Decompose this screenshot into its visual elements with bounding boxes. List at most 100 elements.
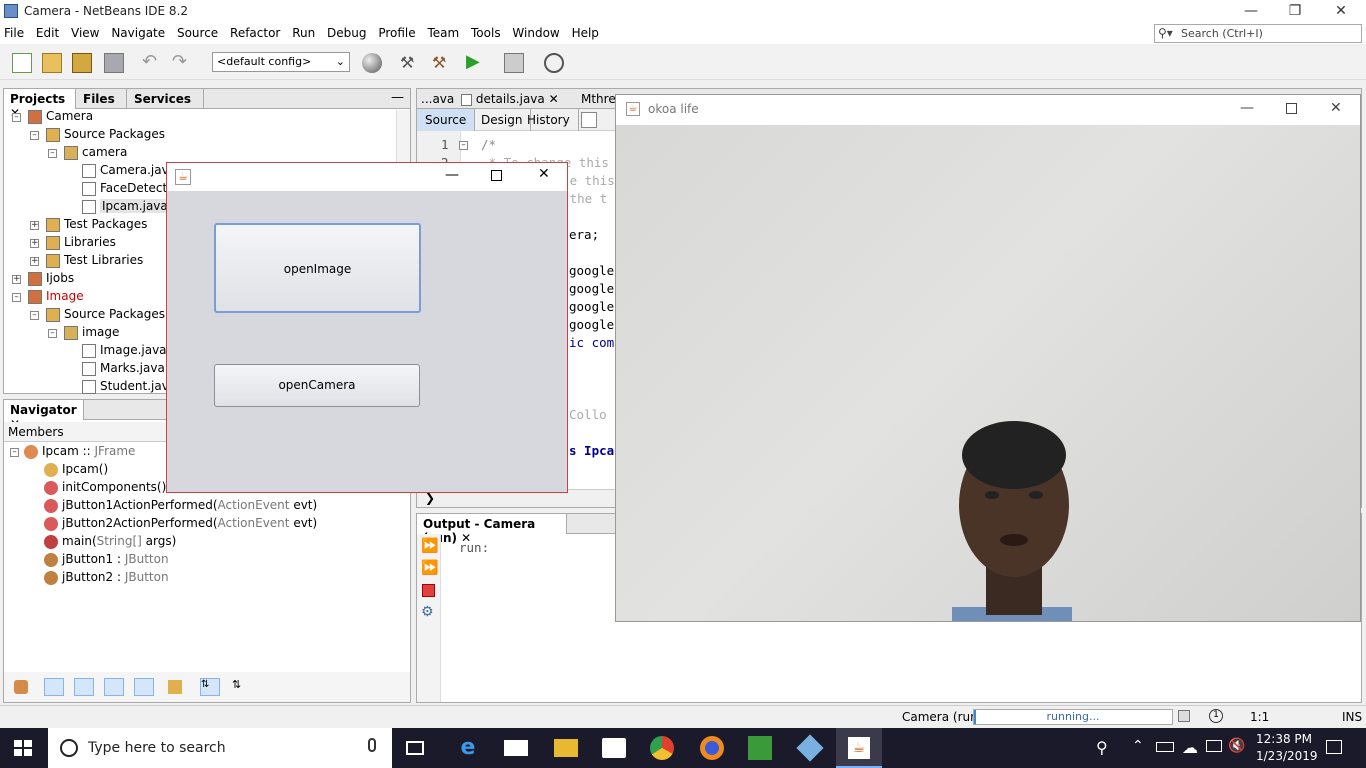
editor-tab[interactable]: ...ava (421, 92, 454, 106)
menu-help[interactable]: Help (572, 24, 599, 40)
tree-item[interactable]: Image.java (82, 343, 167, 361)
save-all-icon[interactable] (104, 53, 124, 73)
clock-time[interactable]: 12:38 PM (1256, 732, 1312, 746)
fold-icon[interactable]: – (459, 141, 468, 150)
expand-toggle-icon[interactable]: – (48, 329, 57, 338)
expand-toggle-icon[interactable]: – (12, 293, 21, 302)
virtualbox-icon[interactable] (796, 734, 824, 762)
member-item[interactable]: jButton1 : JButton (44, 552, 169, 570)
battery-icon[interactable] (1156, 742, 1174, 752)
people-icon[interactable]: ⚲ (1096, 738, 1108, 757)
tab-projects[interactable]: Projects ✕ (4, 89, 76, 120)
menu-source[interactable]: Source (177, 24, 218, 40)
chevron-up-icon[interactable]: ⌃ (1132, 738, 1144, 754)
inherited-filter-icon[interactable] (134, 678, 154, 696)
open-camera-button[interactable]: openCamera (214, 364, 420, 407)
close-icon[interactable]: ✕ (1330, 100, 1342, 116)
menu-navigate[interactable]: Navigate (111, 24, 165, 40)
profile-icon[interactable] (544, 53, 564, 73)
store-icon[interactable] (602, 738, 626, 758)
editor-tab-details[interactable]: details.java ✕ (461, 92, 561, 106)
tree-item[interactable]: Test Libraries (46, 253, 143, 271)
new-project-icon[interactable] (42, 53, 62, 73)
tab-services[interactable]: Services (128, 89, 204, 109)
member-item[interactable]: jButton2ActionPerformed(ActionEvent evt) (44, 516, 317, 534)
minimize-icon[interactable]: — (445, 167, 459, 183)
menu-tools[interactable]: Tools (471, 24, 501, 40)
member-item[interactable]: initComponents() (44, 480, 166, 498)
taskbar-search[interactable]: Type here to search (48, 728, 392, 768)
member-item[interactable]: Ipcam :: JFrame (24, 444, 135, 462)
tree-item[interactable]: FaceDetecto (82, 181, 175, 199)
clock-date[interactable]: 1/23/2019 (1256, 749, 1318, 763)
filter-icon[interactable] (14, 680, 28, 694)
member-item[interactable]: Ipcam() (44, 462, 108, 480)
globe-icon[interactable] (362, 53, 382, 73)
config-select[interactable]: <default config> ⌄ (212, 52, 350, 72)
tab-navigator[interactable]: Navigator ✕ (4, 400, 84, 431)
open-project-icon[interactable] (72, 53, 92, 73)
package-filter-icon[interactable] (168, 680, 182, 694)
menu-window[interactable]: Window (512, 24, 559, 40)
menu-refactor[interactable]: Refactor (230, 24, 280, 40)
expand-toggle-icon[interactable]: + (30, 257, 39, 266)
settings-icon[interactable]: ⚙ (421, 604, 434, 620)
spreadsheet-icon[interactable] (748, 736, 772, 760)
edge-icon[interactable]: e (456, 736, 480, 760)
open-image-button[interactable]: openImage (214, 223, 421, 313)
run-icon[interactable]: ▶ (466, 53, 486, 73)
static-filter-icon[interactable] (74, 678, 94, 696)
tree-item[interactable]: image (64, 325, 119, 343)
mail-icon[interactable] (504, 740, 528, 756)
network-icon[interactable] (1206, 740, 1222, 752)
sort-name-icon[interactable]: ⇅ (200, 678, 220, 696)
onedrive-icon[interactable]: ☁ (1182, 738, 1198, 757)
build-icon[interactable]: ⚒ (400, 53, 420, 73)
menu-debug[interactable]: Debug (327, 24, 366, 40)
menu-team[interactable]: Team (427, 24, 459, 40)
debug-icon[interactable] (504, 53, 524, 73)
chrome-icon[interactable] (650, 736, 674, 760)
firefox-icon[interactable] (700, 736, 724, 760)
start-icon[interactable] (14, 740, 32, 756)
close-icon[interactable]: ✕ (538, 166, 550, 182)
back-icon[interactable] (581, 112, 597, 128)
tree-item[interactable]: Camera.java (82, 163, 176, 181)
close-icon[interactable]: ✕ (1318, 0, 1364, 24)
rerun-icon[interactable]: ⏩ (421, 538, 438, 554)
new-file-icon[interactable] (12, 53, 32, 73)
progress-bar[interactable]: running... (973, 709, 1173, 725)
restore-icon[interactable]: ❐ (1272, 0, 1318, 24)
rerun-config-icon[interactable]: ⏩ (421, 560, 438, 576)
minimize-pane-icon[interactable]: — (391, 90, 404, 105)
microphone-icon[interactable] (368, 738, 376, 752)
notification-icon[interactable]: 1 (1209, 709, 1223, 723)
menu-run[interactable]: Run (292, 24, 315, 40)
lock-filter-icon[interactable] (104, 678, 124, 696)
menu-view[interactable]: View (71, 24, 99, 40)
expand-toggle-icon[interactable]: + (30, 239, 39, 248)
tree-item[interactable]: Camera (28, 109, 93, 127)
fields-filter-icon[interactable] (44, 678, 64, 696)
subtab-history[interactable]: History (519, 109, 579, 131)
menu-file[interactable]: File (4, 24, 24, 40)
tree-item[interactable]: Student.java (82, 379, 176, 397)
close-icon[interactable]: ✕ (549, 92, 559, 106)
tree-item[interactable]: Image (28, 289, 84, 307)
expand-toggle-icon[interactable]: – (10, 448, 19, 457)
menu-profile[interactable]: Profile (378, 24, 415, 40)
member-item[interactable]: jButton1ActionPerformed(ActionEvent evt) (44, 498, 317, 516)
volume-icon[interactable]: 🔇 (1228, 738, 1245, 754)
stop-icon[interactable] (422, 584, 435, 597)
tree-item[interactable]: Ipcam.java (82, 199, 170, 217)
expand-toggle-icon[interactable]: – (12, 113, 21, 122)
tree-item[interactable]: Libraries (46, 235, 116, 253)
maximize-icon[interactable] (491, 170, 502, 181)
menu-edit[interactable]: Edit (36, 24, 59, 40)
expand-toggle-icon[interactable]: – (30, 131, 39, 140)
action-center-icon[interactable] (1326, 740, 1342, 754)
member-item[interactable]: jButton2 : JButton (44, 570, 169, 588)
sort-source-icon[interactable]: ⇅ (232, 678, 250, 696)
cancel-task-icon[interactable] (1178, 710, 1190, 722)
tree-item[interactable]: Marks.java (82, 361, 165, 379)
